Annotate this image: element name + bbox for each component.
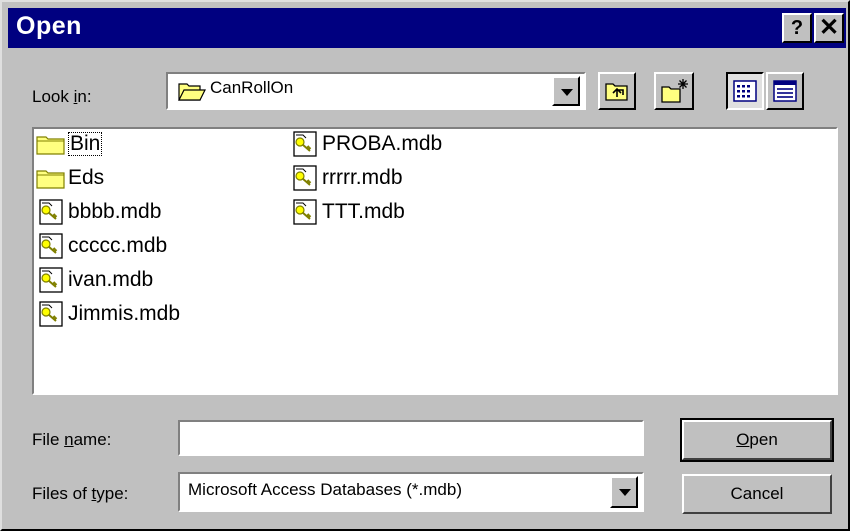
file-item[interactable]: PROBA.mdb	[290, 131, 442, 157]
file-list[interactable]: Bin Eds bbbb.mdb ccccc.mdb ivan.mdb Jimmis.md…	[32, 127, 838, 395]
access-database-icon	[39, 199, 63, 225]
folder-item[interactable]: Bin	[36, 131, 103, 157]
file-item[interactable]: ivan.mdb	[36, 267, 153, 293]
file-type-value: Microsoft Access Databases (*.mdb)	[188, 480, 462, 499]
file-item[interactable]: TTT.mdb	[290, 199, 405, 225]
details-view-button[interactable]	[766, 72, 804, 110]
list-view-button[interactable]	[726, 72, 764, 110]
title-bar[interactable]: Open ? ✕	[8, 8, 846, 48]
access-database-icon	[293, 165, 317, 191]
file-item[interactable]: ccccc.mdb	[36, 233, 167, 259]
cancel-button[interactable]: Cancel	[682, 474, 832, 514]
access-database-icon	[39, 301, 63, 327]
folder-icon	[36, 136, 65, 155]
folder-item[interactable]: Eds	[36, 165, 104, 191]
item-label: PROBA.mdb	[322, 132, 443, 155]
open-folder-icon	[178, 83, 206, 101]
item-label: Jimmis.mdb	[68, 302, 181, 325]
access-database-icon	[39, 233, 63, 259]
item-label: TTT.mdb	[322, 200, 405, 223]
access-database-icon	[293, 199, 317, 225]
file-item[interactable]: Jimmis.mdb	[36, 301, 180, 327]
item-label: bbbb.mdb	[68, 200, 162, 223]
access-database-icon	[293, 131, 317, 157]
look-in-dropdown-button[interactable]	[552, 76, 580, 106]
file-name-label: File name:	[32, 430, 112, 449]
access-database-icon	[39, 267, 63, 293]
list-view-icon	[733, 80, 757, 102]
new-folder-button[interactable]	[654, 72, 694, 110]
folder-icon	[36, 170, 65, 189]
window-title: Open	[16, 12, 82, 40]
item-label: Eds	[68, 166, 105, 189]
up-one-level-button[interactable]	[598, 72, 636, 110]
details-view-icon	[773, 80, 797, 102]
look-in-label: Look in:	[32, 87, 92, 106]
up-folder-icon	[605, 83, 628, 101]
item-label: ivan.mdb	[68, 268, 154, 291]
file-type-combo[interactable]: Microsoft Access Databases (*.mdb)	[178, 472, 644, 512]
look-in-value: CanRollOn	[210, 78, 294, 97]
file-item[interactable]: bbbb.mdb	[36, 199, 161, 225]
item-label: ccccc.mdb	[68, 234, 168, 257]
open-button[interactable]: Open	[680, 418, 834, 462]
file-item[interactable]: rrrrr.mdb	[290, 165, 403, 191]
file-name-input[interactable]	[178, 420, 644, 456]
file-type-dropdown-button[interactable]	[610, 476, 638, 508]
help-button[interactable]: ?	[782, 13, 812, 43]
open-dialog: Open ? ✕ Look in: CanRollOn Bin Eds bbbb…	[0, 0, 850, 531]
file-type-label: Files of type:	[32, 484, 129, 503]
close-button[interactable]: ✕	[814, 13, 844, 43]
item-label: Bin	[68, 132, 103, 156]
look-in-combo[interactable]: CanRollOn	[166, 72, 586, 110]
item-label: rrrrr.mdb	[322, 166, 403, 189]
new-folder-icon	[661, 79, 688, 103]
